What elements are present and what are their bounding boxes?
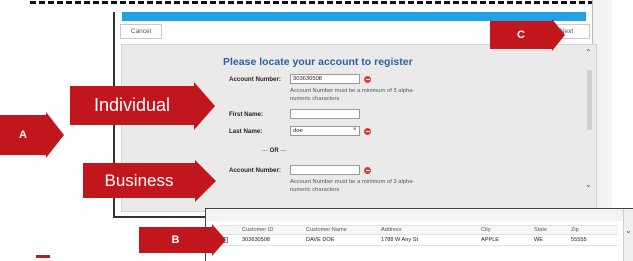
form-title: Please locate your account to register [223, 56, 413, 68]
cancel-button[interactable]: Cancel [120, 24, 162, 39]
first-name-input[interactable] [290, 109, 360, 119]
results-scrollbar[interactable]: ⌄ [623, 209, 633, 261]
header-accent-bar [122, 12, 586, 21]
callout-a-arrow [46, 112, 64, 158]
scrollbar-thumb[interactable] [587, 70, 592, 130]
callout-business: Business [83, 163, 195, 198]
business-account-hint: Account Number must be a minimum of 3 al… [290, 179, 415, 193]
callout-individual: Individual [70, 86, 194, 125]
cell-address: 1788 W Any St [381, 237, 419, 243]
chevron-down-icon[interactable]: ⌄ [625, 226, 632, 235]
callout-b: B [139, 227, 212, 253]
business-account-number-input[interactable] [290, 165, 360, 175]
callout-business-arrow [195, 160, 216, 202]
individual-account-number-input[interactable]: 303630508 [290, 74, 360, 84]
business-account-number-label: Account Number: [229, 167, 281, 174]
or-dash-left: --- [262, 148, 268, 154]
callout-individual-arrow [194, 82, 215, 130]
cell-state: WE [534, 237, 544, 243]
search-results-grid: Customer ID Customer Name Address City S… [205, 208, 633, 261]
minus-circle-icon[interactable] [364, 167, 371, 174]
column-header-address[interactable]: Address [381, 227, 402, 233]
cell-customer-id: 303630508 [242, 237, 270, 243]
annotation-red-mark [36, 255, 50, 258]
individual-account-hint: Account Number must be a minimum of 3 al… [290, 88, 415, 102]
last-name-label: Last Name: [229, 128, 263, 135]
or-dash-right: --- [280, 148, 287, 154]
individual-account-number-label: Account Number: [229, 76, 281, 83]
or-separator: --- OR --- [262, 148, 286, 154]
column-header-state[interactable]: State [534, 227, 547, 233]
form-scrollbar[interactable]: ⌃ ⌄ [584, 48, 595, 208]
first-name-label: First Name: [229, 111, 264, 118]
callout-a: A [0, 115, 46, 155]
or-label: OR [269, 148, 279, 154]
minus-circle-icon[interactable] [364, 76, 371, 83]
minus-circle-icon[interactable] [364, 128, 371, 135]
last-name-input[interactable]: doe [290, 126, 360, 136]
results-header-row: Customer ID Customer Name Address City S… [218, 225, 618, 235]
chevron-down-icon[interactable]: ⌄ [585, 180, 592, 189]
chevron-up-icon[interactable]: ⌃ [585, 48, 592, 57]
column-header-customer-id[interactable]: Customer ID [242, 227, 273, 233]
cell-zip: 55555 [571, 237, 587, 243]
column-header-customer-name[interactable]: Customer Name [306, 227, 347, 233]
clear-icon[interactable]: × [353, 127, 357, 133]
annotation-dashed-border [30, 1, 603, 4]
callout-c-arrow [552, 19, 565, 51]
results-toolbar [206, 209, 633, 221]
callout-b-arrow [212, 224, 226, 256]
column-header-city[interactable]: City [481, 227, 491, 233]
column-header-zip[interactable]: Zip [571, 227, 579, 233]
table-row[interactable]: 303630508 DAVE DOE 1788 W Any St APPLE W… [218, 235, 618, 246]
cell-city: APPLE [481, 237, 500, 243]
callout-c: C [490, 21, 552, 49]
cell-customer-name: DAVE DOE [306, 237, 335, 243]
